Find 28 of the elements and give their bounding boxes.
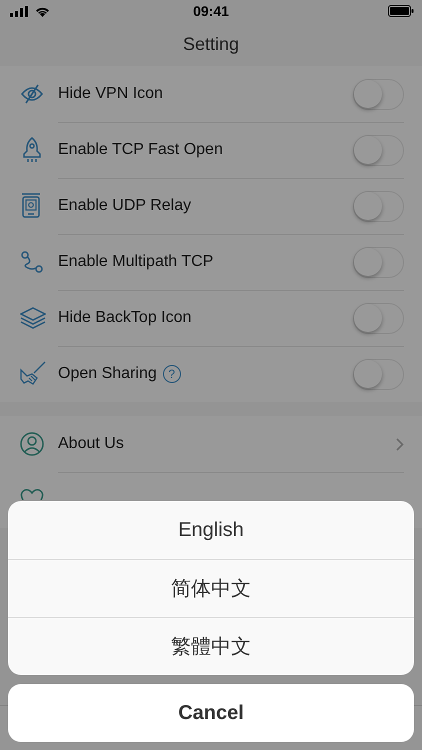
wifi-icon <box>35 6 50 16</box>
page-title: Setting <box>182 34 240 54</box>
setting-label: Hide VPN Icon <box>58 85 163 103</box>
toggle-switch[interactable] <box>353 358 404 390</box>
cancel-button[interactable]: Cancel <box>8 684 414 742</box>
language-option[interactable]: English <box>8 501 414 559</box>
device-icon <box>20 193 42 219</box>
status-time: 09:41 <box>193 3 229 19</box>
signal-icon <box>10 6 30 16</box>
toggle-switch[interactable] <box>353 190 404 222</box>
route-icon <box>20 250 44 274</box>
battery-icon <box>388 5 414 17</box>
setting-label: Open Sharing <box>58 365 157 383</box>
language-option[interactable]: 繁體中文 <box>8 617 414 675</box>
menu-label[interactable]: About Us <box>58 435 124 453</box>
layers-icon <box>20 307 46 329</box>
language-option[interactable]: 简体中文 <box>8 559 414 617</box>
eye-slash-icon <box>20 84 44 104</box>
setting-label: Enable UDP Relay <box>58 197 192 215</box>
chevron-icon <box>396 438 404 450</box>
setting-label: Enable Multipath TCP <box>58 253 214 271</box>
toggle-switch[interactable] <box>353 302 404 334</box>
person-icon <box>20 432 44 456</box>
toggle-switch[interactable] <box>353 246 404 278</box>
toggle-switch[interactable] <box>353 78 404 110</box>
toggle-switch[interactable] <box>353 134 404 166</box>
setting-label: Hide BackTop Icon <box>58 309 192 327</box>
setting-label: Enable TCP Fast Open <box>58 141 223 159</box>
